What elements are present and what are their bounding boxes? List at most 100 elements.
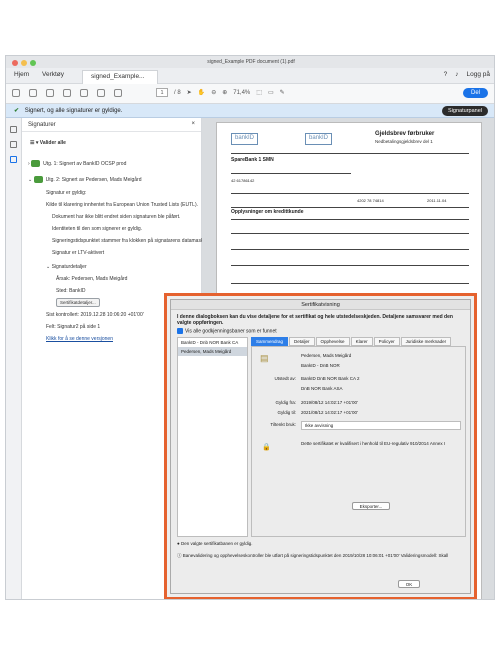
hand-icon[interactable]: ✋: [198, 89, 205, 96]
ok-status-icon: ●: [177, 541, 180, 546]
up-icon[interactable]: [97, 89, 105, 97]
qualified-note: Dette sertifikatet er kvalifisert i henh…: [301, 441, 446, 446]
valid-to: 2021/08/12 14:02:17 +01'00': [301, 410, 358, 415]
valid-to-label: Gyldig til:: [277, 410, 296, 415]
path-status: ● Den valgte sertifikatbanen er gyldig.: [177, 541, 253, 546]
help-icon[interactable]: ?: [444, 71, 448, 78]
close-icon[interactable]: ×: [191, 121, 195, 127]
print-icon[interactable]: [46, 89, 54, 97]
export-button[interactable]: Eksporter...: [352, 502, 390, 510]
share-button[interactable]: Del: [462, 88, 488, 98]
certificate-detail: Sammendrag Detaljer Opphevelse Klarer Po…: [251, 337, 466, 537]
tab-document[interactable]: signed_Example...: [82, 70, 158, 84]
detail-line: Signatur er LTV-aktivert: [52, 250, 105, 256]
valid-signature-icon: [31, 160, 41, 167]
search-icon[interactable]: [80, 89, 88, 97]
detail-line: Signatur er gyldig:: [46, 190, 87, 196]
tab-revocation[interactable]: Opphevelse: [315, 337, 350, 346]
valid-from: 2019/08/12 14:02:17 +01'00': [301, 400, 358, 405]
signature-details-toggle[interactable]: ⌄ Signaturdetaljer: [46, 264, 87, 270]
save-icon[interactable]: [12, 89, 20, 97]
signature-panel-button[interactable]: Signaturpanel: [442, 106, 488, 116]
intended-use-label: Tiltenkt bruk:: [270, 422, 296, 427]
certificate-tree: BankID - Dnb NOR Bank CA Pedersen, Mads …: [177, 337, 248, 537]
document-subtitle: Nedbetalingsgjeldsbrev del 1: [375, 139, 433, 144]
certificate-details-button[interactable]: Sertifikatdetaljer...: [56, 298, 100, 307]
valid-from-label: Gyldig fra:: [275, 400, 296, 405]
issuer-value: BankID DnB NOR Bank CA 2: [301, 376, 360, 381]
field-info: Felt: Signatur2 på side 1: [46, 324, 101, 330]
account-number: 42 61786142: [231, 178, 255, 183]
bankid-stamp: bankID: [231, 133, 259, 145]
page-number-input[interactable]: 1: [156, 88, 168, 97]
tab-home[interactable]: Hjem: [14, 71, 29, 78]
detail-line: Identiteten til den som signerer er gyld…: [52, 226, 143, 232]
left-rail: [6, 118, 22, 599]
fit-icon[interactable]: ⬚: [256, 89, 262, 96]
toolbar: 1 / 8 ➤ ✋ ⊖ ⊕ 71,4% ⬚ ▭ ✎ Del: [6, 84, 494, 104]
subject-org: BankID - DnB NOR: [301, 363, 340, 368]
detail-line: Kilde til klarering innhentet fra Europe…: [46, 202, 199, 208]
bell-icon[interactable]: ♪: [455, 71, 458, 78]
subject-name: Pedersen, Mads Meigård: [301, 353, 352, 358]
signature-location: Sted: BankID: [56, 288, 86, 294]
dialog-title: Sertifikatvisning: [171, 300, 470, 310]
down-icon[interactable]: [114, 89, 122, 97]
comment-icon[interactable]: ▭: [268, 89, 274, 96]
login-button[interactable]: Logg på: [467, 71, 491, 78]
document-date: 2011.11.04: [427, 198, 447, 203]
detail-line: Dokument har ikke blitt endret siden sig…: [52, 214, 181, 220]
attachment-icon[interactable]: [10, 141, 17, 148]
app-window: signed_Example PDF document (1).pdf Hjem…: [5, 55, 495, 600]
bank-name: SpareBank 1 SMN: [231, 157, 274, 163]
revision-1[interactable]: › Utg. 1: Signert av BankID OCSP prod: [28, 160, 126, 167]
signature-pane-header: Signaturer ×: [22, 118, 201, 132]
revision-2[interactable]: ⌄ Utg. 2: Signert av Pedersen, Mads Meig…: [28, 176, 141, 183]
view-version-link[interactable]: Klikk for å se denne versjonen: [46, 336, 113, 342]
signature-status: Signert, og alle signaturer er gyldige.: [24, 108, 123, 114]
detail-tabs: Sammendrag Detaljer Opphevelse Klarer Po…: [251, 337, 466, 346]
issuer-label: Utstedt av:: [274, 376, 296, 381]
valid-signature-icon: [33, 176, 43, 183]
upload-icon[interactable]: [29, 89, 37, 97]
detail-line: Signeringstidspunktet stammer fra klokke…: [52, 238, 209, 244]
signature-reason: Årsak: Pedersen, Mads Meigård: [56, 276, 128, 282]
signature-bar: ✔ Signert, og alle signaturer er gyldige…: [6, 104, 494, 118]
intended-use-field[interactable]: Ikke avvisning: [301, 421, 461, 430]
title-bar: signed_Example PDF document (1).pdf: [6, 56, 494, 68]
last-checked: Sist kontrollert: 2019.12.28 10:06:20 +0…: [46, 312, 144, 318]
signature-pane-title: Signaturer: [28, 122, 56, 128]
tab-legal[interactable]: Juridiske merknader: [400, 337, 452, 346]
show-all-paths-checkbox[interactable]: Vis alle godkjenningsbaner som er funnet: [177, 328, 277, 334]
signature-pane-icon[interactable]: [10, 156, 17, 163]
tab-summary[interactable]: Sammendrag: [251, 337, 289, 346]
borrower-section-title: Opplysninger om kredittkunde: [231, 209, 304, 215]
tab-details[interactable]: Detaljer: [289, 337, 315, 346]
certificate-dialog: Sertifikatvisning I denne dialogboksen k…: [170, 299, 471, 594]
tree-item-subject[interactable]: Pedersen, Mads Meigård: [178, 347, 247, 356]
validation-info: ⓘ Banevalidering og opphevelseskontrolle…: [177, 553, 449, 558]
bankid-stamp: bankID: [305, 133, 333, 145]
zoom-level[interactable]: 71,4%: [233, 90, 250, 96]
tab-trust[interactable]: Klarer: [350, 337, 373, 346]
ok-button[interactable]: OK: [398, 580, 420, 588]
zoom-in-icon[interactable]: ⊕: [222, 89, 227, 96]
certificate-icon: ▤: [260, 353, 269, 363]
pen-icon[interactable]: ✎: [280, 89, 285, 96]
lock-icon: 🔒: [262, 444, 271, 451]
tab-tools[interactable]: Verktøy: [42, 71, 64, 78]
mail-icon[interactable]: [63, 89, 71, 97]
pages-icon[interactable]: [10, 126, 17, 133]
tab-policies[interactable]: Policyer: [373, 337, 400, 346]
validate-all-button[interactable]: ☰ ▾ Valider alle: [30, 140, 66, 146]
checkbox-icon: [177, 328, 183, 334]
zoom-out-icon[interactable]: ⊖: [211, 89, 216, 96]
info-icon: ⓘ: [177, 553, 182, 558]
dialog-description: I denne dialogboksen kan du vise detalje…: [177, 314, 453, 326]
options-icon: ☰ ▾: [30, 140, 39, 146]
page-total: / 8: [174, 89, 181, 96]
fee-number: 4202 78 74814: [357, 198, 384, 203]
document-title: Gjeldsbrev førbruker: [375, 131, 435, 137]
tree-item-ca[interactable]: BankID - Dnb NOR Bank CA: [178, 338, 247, 347]
cursor-icon[interactable]: ➤: [187, 89, 192, 96]
